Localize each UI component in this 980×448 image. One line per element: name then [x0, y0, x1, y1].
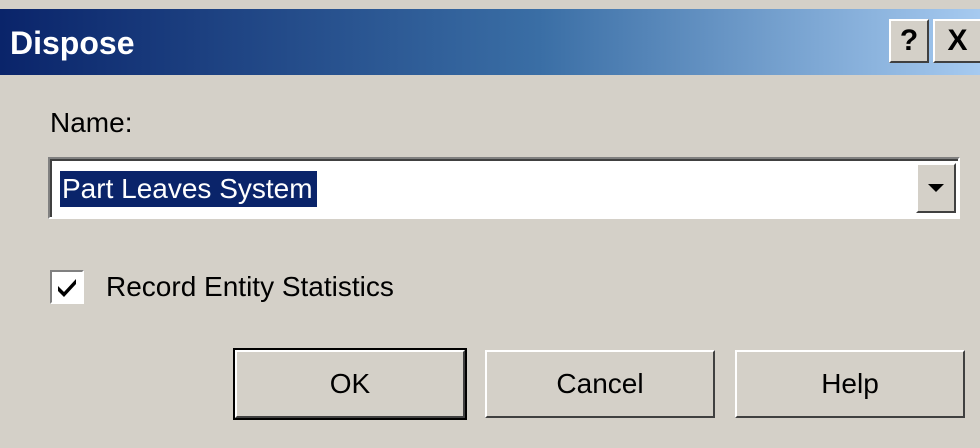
help-button[interactable]: Help: [735, 350, 965, 418]
name-combobox[interactable]: Part Leaves System: [48, 157, 960, 219]
cancel-button[interactable]: Cancel: [485, 350, 715, 418]
checkmark-icon: [58, 279, 76, 297]
dropdown-button[interactable]: [916, 163, 956, 213]
ok-button[interactable]: OK: [233, 348, 467, 420]
chevron-down-icon: [928, 184, 944, 192]
help-icon[interactable]: ?: [889, 19, 929, 63]
close-icon[interactable]: X: [933, 19, 980, 63]
record-stats-label[interactable]: Record Entity Statistics: [106, 268, 394, 306]
record-stats-checkbox[interactable]: [50, 270, 84, 304]
name-value[interactable]: Part Leaves System: [60, 171, 317, 207]
window-title: Dispose: [10, 25, 135, 61]
dispose-dialog: Dispose ? X Name: Part Leaves System Rec…: [0, 0, 980, 448]
combo-field[interactable]: Part Leaves System: [50, 159, 958, 217]
name-label: Name:: [50, 107, 133, 138]
title-bar[interactable]: Dispose ? X: [0, 9, 980, 75]
